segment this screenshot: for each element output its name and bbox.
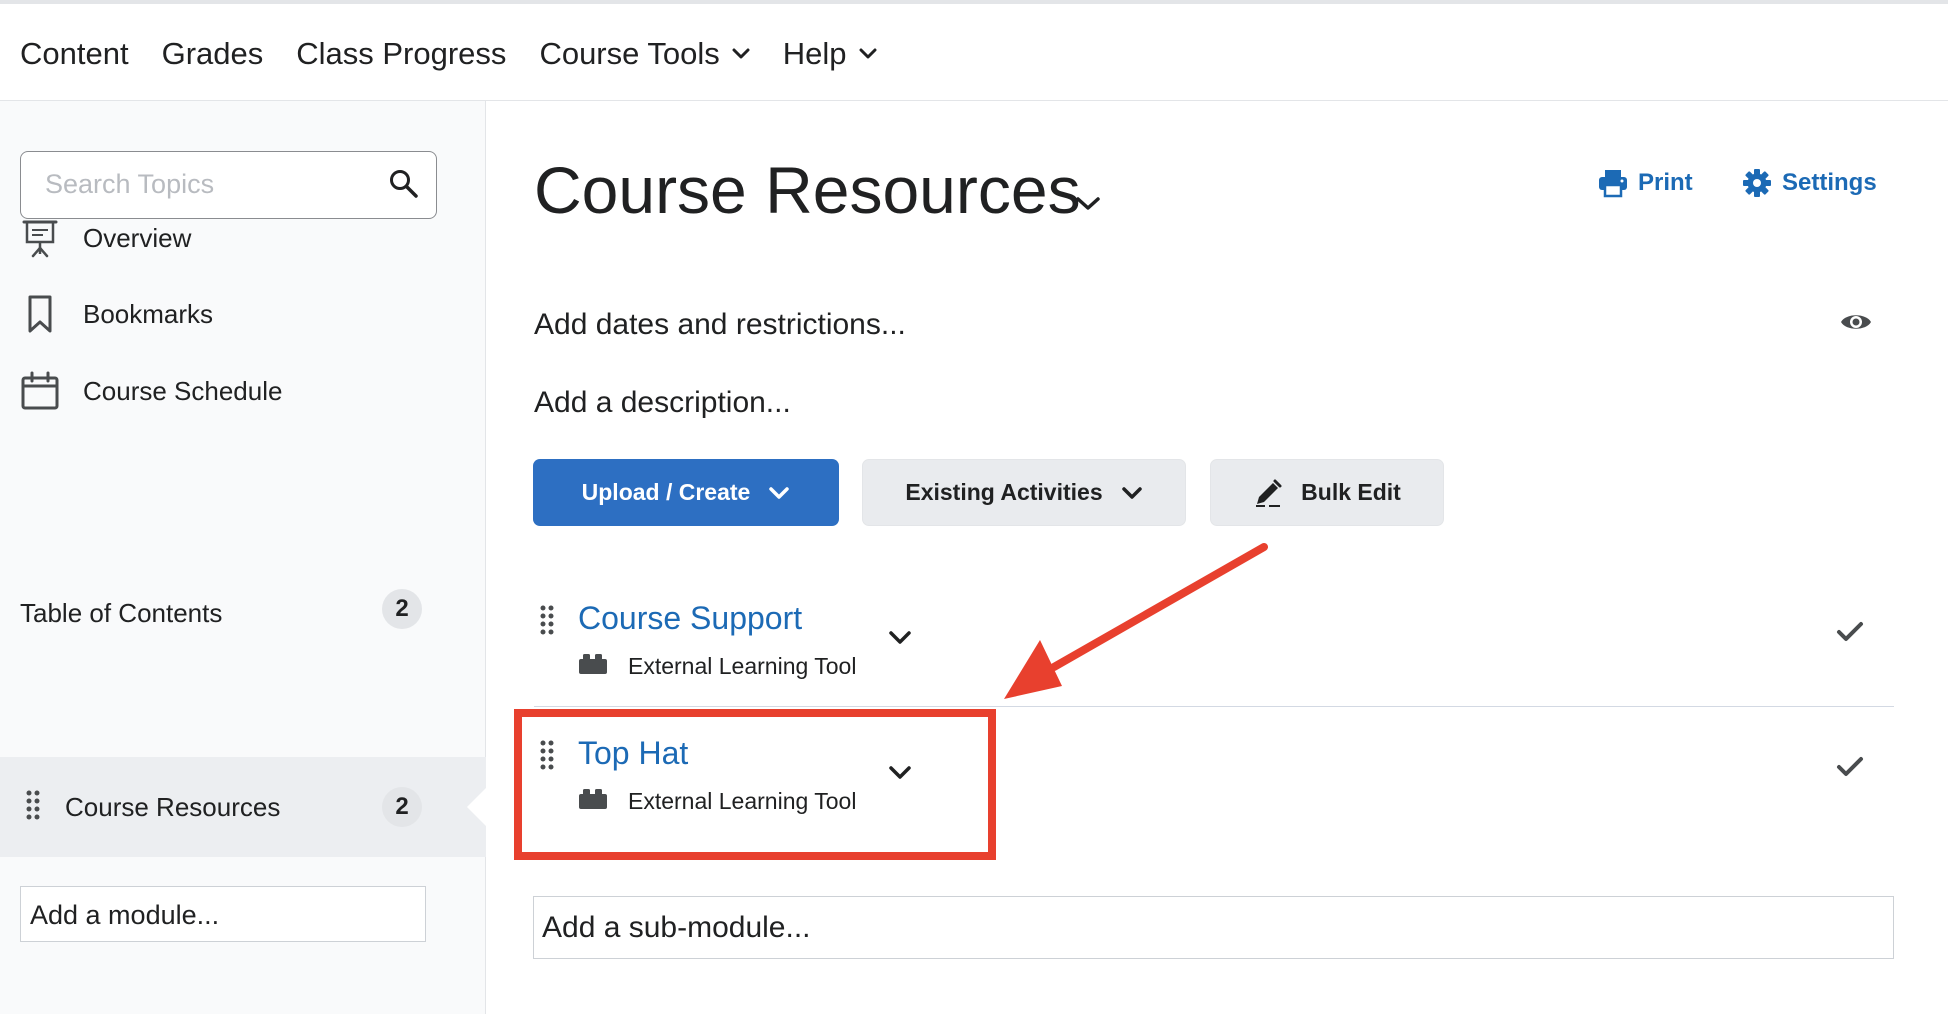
top-navigation-bar: Content Grades Class Progress Course Too… <box>0 0 1948 101</box>
nav-content-label: Content <box>20 36 129 71</box>
nav-content[interactable]: Content <box>20 36 129 72</box>
search-icon[interactable] <box>388 168 420 200</box>
settings-button[interactable]: Settings <box>1742 168 1877 198</box>
printer-icon <box>1599 170 1627 198</box>
pencil-icon <box>1256 479 1282 507</box>
toc-label: Table of Contents <box>20 598 223 628</box>
sidebar-module-course-resources[interactable]: Course Resources 2 <box>0 757 487 857</box>
chevron-down-icon <box>859 48 877 59</box>
module-label: Course Resources <box>65 792 281 822</box>
nav-course-tools[interactable]: Course Tools <box>539 36 750 72</box>
upload-create-button[interactable]: Upload / Create <box>533 459 839 526</box>
gear-icon <box>1743 169 1771 197</box>
add-dates-restrictions-link[interactable]: Add dates and restrictions... <box>534 308 906 342</box>
nav-class-progress-label: Class Progress <box>296 36 507 71</box>
sidebar-link-overview-label: Overview <box>83 222 192 253</box>
bulk-edit-label: Bulk Edit <box>1301 479 1401 505</box>
sidebar: Overview Bookmarks Course Schedule Table… <box>0 101 487 1014</box>
chevron-down-icon <box>769 486 790 499</box>
page-title: Course Resources <box>534 153 1081 227</box>
nav-grades-label: Grades <box>161 36 264 71</box>
add-submodule-input[interactable]: Add a sub-module... <box>533 896 1894 959</box>
drag-handle-icon[interactable] <box>540 605 554 635</box>
sidebar-link-bookmarks-label: Bookmarks <box>83 298 214 329</box>
chevron-down-icon <box>732 48 750 59</box>
existing-activities-label: Existing Activities <box>905 479 1103 505</box>
topic-type-label: External Learning Tool <box>628 653 857 679</box>
bookmark-icon <box>20 293 60 335</box>
search-topics-box <box>20 151 437 219</box>
sidebar-link-course-schedule-label: Course Schedule <box>83 375 283 406</box>
table-of-contents-link[interactable]: Table of Contents <box>20 598 222 629</box>
chevron-down-icon[interactable] <box>888 630 912 646</box>
nav-course-tools-label: Course Tools <box>539 36 720 71</box>
puzzle-piece-icon <box>579 654 607 674</box>
presentation-icon <box>20 217 60 259</box>
existing-activities-button[interactable]: Existing Activities <box>862 459 1186 526</box>
module-count-badge: 2 <box>382 787 422 827</box>
search-input[interactable] <box>45 152 375 216</box>
upload-create-label: Upload / Create <box>581 479 751 505</box>
print-label: Print <box>1638 169 1693 196</box>
checkmark-icon <box>1837 757 1863 776</box>
nav-grades[interactable]: Grades <box>162 36 264 72</box>
nav-help[interactable]: Help <box>783 36 877 72</box>
bulk-edit-button[interactable]: Bulk Edit <box>1210 459 1444 526</box>
print-button[interactable]: Print <box>1598 168 1693 198</box>
nav-class-progress[interactable]: Class Progress <box>296 36 506 72</box>
sidebar-link-overview[interactable]: Overview <box>20 217 191 259</box>
topic-title-link[interactable]: Course Support <box>578 600 802 637</box>
sidebar-link-course-schedule[interactable]: Course Schedule <box>20 370 282 412</box>
chevron-down-icon[interactable] <box>1075 196 1101 212</box>
settings-label: Settings <box>1782 169 1877 196</box>
eye-icon[interactable] <box>1840 310 1872 334</box>
sidebar-link-bookmarks[interactable]: Bookmarks <box>20 293 213 335</box>
nav-help-label: Help <box>782 36 847 71</box>
toc-count-badge: 2 <box>382 589 422 629</box>
calendar-icon <box>20 370 60 412</box>
topic-row: Course Support External Learning Tool <box>534 600 1894 706</box>
add-module-input[interactable]: Add a module... <box>20 886 426 942</box>
course-nav: Content Grades Class Progress Course Too… <box>20 36 910 72</box>
annotation-highlight-box <box>514 709 996 860</box>
selection-notch <box>467 787 487 827</box>
chevron-down-icon <box>1121 486 1142 499</box>
add-description-link[interactable]: Add a description... <box>534 386 791 420</box>
topic-divider <box>534 706 1894 707</box>
checkmark-icon <box>1837 622 1863 641</box>
drag-handle-icon[interactable] <box>26 790 40 820</box>
